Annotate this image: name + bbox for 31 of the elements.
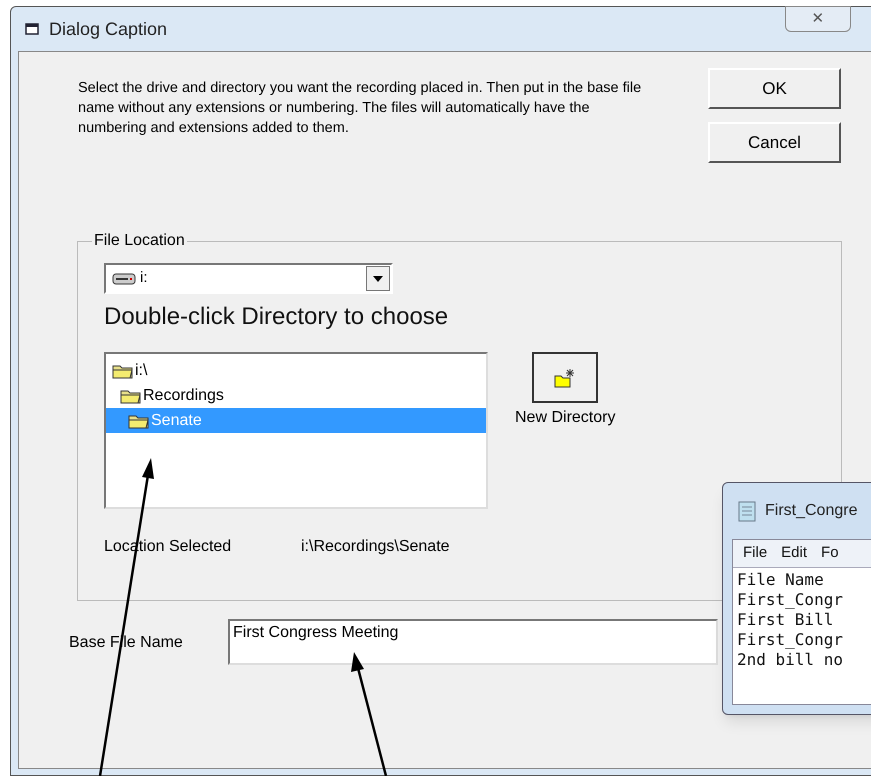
new-directory-button[interactable]: [532, 352, 598, 403]
menu-item[interactable]: Edit: [781, 542, 808, 565]
menu-item[interactable]: File: [743, 542, 768, 565]
directory-item[interactable]: i:\: [106, 358, 486, 383]
notepad-icon: [737, 500, 757, 522]
window-title: Dialog Caption: [49, 18, 168, 41]
group-title: File Location: [93, 231, 186, 251]
menu-item[interactable]: Fo: [821, 542, 839, 565]
drive-value: i:: [140, 268, 148, 288]
text-line: First Bill: [737, 610, 834, 630]
text-line: First_Congr: [737, 630, 844, 650]
new-folder-icon: [554, 368, 576, 388]
window-icon: [25, 22, 41, 36]
folder-icon: [120, 388, 142, 404]
location-value: i:\Recordings\Senate: [301, 537, 450, 557]
new-directory-label: New Directory: [515, 408, 616, 428]
folder-icon: [128, 412, 150, 428]
dialog-button[interactable]: Cancel: [708, 122, 841, 163]
hint-text: Double-click Directory to choose: [104, 302, 450, 332]
close-button[interactable]: ✕: [785, 6, 851, 32]
dialog-button[interactable]: OK: [708, 68, 841, 109]
directory-item[interactable]: Recordings: [106, 383, 486, 408]
base-file-name-field[interactable]: First Congress Meeting: [228, 619, 718, 665]
folder-icon: [112, 362, 134, 378]
drive-icon: [112, 272, 136, 286]
instructions-text: Select the drive and directory you want the recording placed in. Then put in the base file name without any extensions or numbering. The files will automatically have the numbering and extensions added to them.: [78, 79, 642, 138]
text-line: 2nd bill no: [737, 650, 844, 670]
text-line: File Name: [737, 570, 825, 590]
notepad-title: First_Congre: [765, 501, 858, 521]
text-line: First_Congr: [737, 590, 844, 610]
drive-dropdown[interactable]: i:: [104, 263, 393, 294]
